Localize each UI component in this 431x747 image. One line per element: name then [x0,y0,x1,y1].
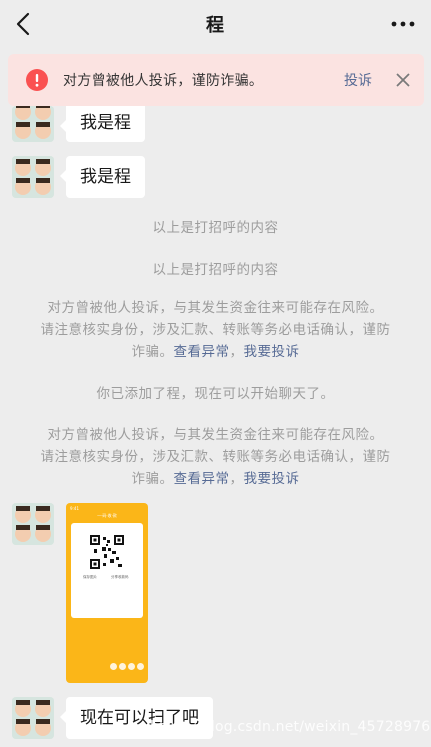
view-abnormal-link[interactable]: 查看异常 [174,344,230,360]
avatar[interactable] [12,156,54,198]
warning-icon [26,69,48,91]
qr-card: 保存图片 分享收款码 [71,523,143,618]
report-link[interactable]: 我要投诉 [244,344,300,360]
risk-line: 请注意核实身份，涉及汇款、转账等务必电话确认，谨防 [40,449,391,465]
image-message[interactable]: 9:41 一·码·收·款 保存图片 分享收款码 [66,503,148,683]
save-image-label: 保存图片 [83,575,97,579]
close-icon[interactable] [392,69,414,91]
message-bubble[interactable]: 我是程 [60,106,145,142]
message-bubble[interactable]: 我是程 [60,156,145,198]
risk-line: 诈骗。查看异常，我要投诉 [20,341,411,363]
risk-line: 请注意核实身份，涉及汇款、转账等务必电话确认，谨防 [40,322,391,338]
more-options-icon[interactable] [389,12,417,36]
view-abnormal-link[interactable]: 查看异常 [174,471,230,487]
avatar[interactable] [12,697,54,739]
risk-line: 诈骗。查看异常，我要投诉 [20,468,411,490]
chat-title: 程 [206,15,225,36]
risk-notice: 对方曾被他人投诉，与其发生资金往来可能存在风险。 请注意核实身份，涉及汇款、转账… [20,297,411,363]
share-qr-label: 分享收款码 [111,575,129,579]
warning-text: 对方曾被他人投诉，谨防诈骗。 [63,73,264,89]
risk-line: 对方曾被他人投诉，与其发生资金往来可能存在风险。 [47,300,384,316]
avatar[interactable] [12,106,54,142]
qr-code-icon [90,535,124,569]
phone-status-text: 9:41 [70,506,79,511]
risk-text: 诈骗。 [131,471,174,487]
separator: ， [229,471,244,487]
complain-link[interactable]: 投诉 [344,70,372,90]
system-message: 你已添加了程，现在可以开始聊天了。 [96,386,335,402]
system-message: 以上是打招呼的内容 [152,262,279,278]
screenshot-title: 一·码·收·款 [97,513,117,518]
risk-line: 对方曾被他人投诉，与其发生资金往来可能存在风险。 [47,427,384,443]
fraud-warning-banner: 对方曾被他人投诉，谨防诈骗。 投诉 [8,54,424,106]
message-text: 我是程 [80,167,131,187]
separator: ， [229,344,244,360]
watermark: https://blog.csdn.net/weixin_45728976 [150,719,431,735]
risk-text: 诈骗。 [131,344,174,360]
report-link[interactable]: 我要投诉 [244,471,300,487]
screenshot-dots [110,663,144,670]
message-text: 我是程 [80,113,131,133]
chat-header: 程 [0,0,431,48]
avatar[interactable] [12,503,54,545]
risk-notice: 对方曾被他人投诉，与其发生资金往来可能存在风险。 请注意核实身份，涉及汇款、转账… [20,424,411,490]
system-message: 以上是打招呼的内容 [152,220,279,236]
